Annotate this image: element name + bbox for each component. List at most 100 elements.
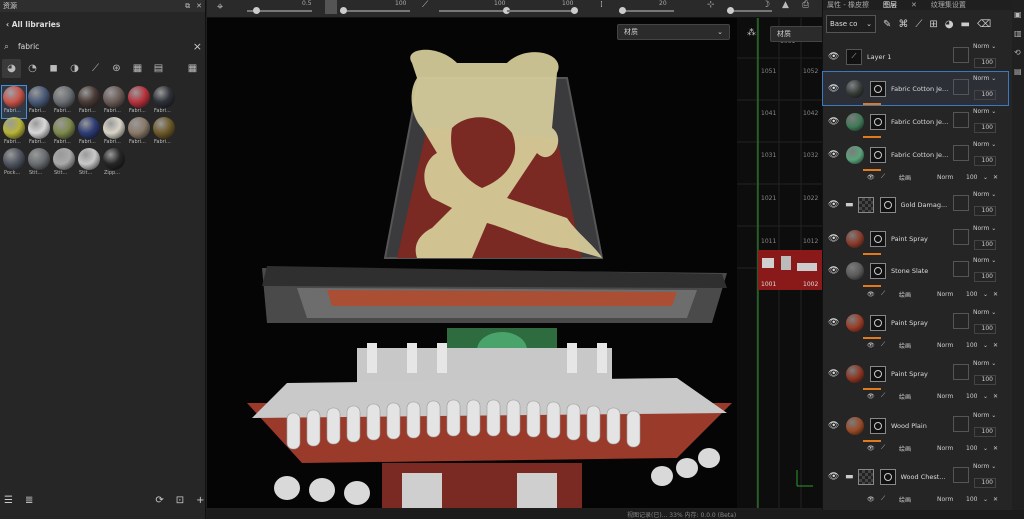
opacity-field[interactable]: 100 [974,58,996,68]
texture-filter-icon[interactable]: ▦ [128,59,147,78]
layer-mask-slot[interactable] [953,195,969,211]
log-icon[interactable]: ▤ [1014,67,1024,76]
close-icon[interactable]: ✕ [993,342,998,349]
layer-row[interactable]: 👁 Fabric Cotton Je... Norm ⌄ 100 [823,105,1008,138]
opacity-field[interactable]: 100 [974,272,996,282]
blend-mode[interactable]: Norm ⌄ [973,463,996,470]
opacity-field[interactable]: 100 [974,478,996,488]
visibility-eye-icon[interactable]: 👁 [867,496,875,503]
opacity-field[interactable]: 100 [974,123,996,133]
close-icon[interactable]: ✕ [993,393,998,400]
layer-row[interactable]: 👁 ▬ Wood Chest... Norm ⌄ 100 [823,460,1008,493]
tab-layers[interactable]: 图层 [879,0,901,10]
mirror-icon[interactable]: ▲ [782,0,789,10]
layer-row[interactable]: 👁 ⟋ Layer 1 Norm ⌄ 100 [823,40,1008,73]
blend-mode[interactable]: Norm ⌄ [973,108,996,115]
opacity-value[interactable]: 100 [966,291,977,298]
materials-filter-icon[interactable]: ◕ [2,58,21,78]
paint-effect-row[interactable]: 👁 ⟋ 绘画 Norm 100 ⌄ ✕ [823,170,1008,184]
tool-icon[interactable]: ⌖ [217,0,223,14]
material-thumbnail[interactable]: Fabri... [1,85,27,119]
blend-mode-label[interactable]: Norm [937,496,953,503]
opacity-field[interactable]: 100 [974,206,996,216]
layer-mask-slot[interactable] [953,112,969,128]
layer-row[interactable]: 👁 Paint Spray Norm ⌄ 100 [823,222,1008,255]
layer-row[interactable]: 👁 Paint Spray Norm ⌄ 100 [823,357,1008,390]
material-thumbnail[interactable]: Fabri... [152,117,176,149]
material-thumbnail[interactable]: Pock... [2,148,26,180]
blend-mode[interactable]: Norm ⌄ [973,141,996,148]
opacity-field[interactable]: 100 [974,375,996,385]
visibility-eye-icon[interactable]: 👁 [867,393,875,400]
blend-mode[interactable]: Norm ⌄ [973,225,996,232]
visibility-eye-icon[interactable]: 👁 [828,84,841,94]
opacity-field[interactable]: 100 [974,90,996,100]
opacity-field[interactable]: 100 [974,324,996,334]
visibility-eye-icon[interactable]: 👁 [828,234,841,244]
brush-filter-icon[interactable]: ⟋ [86,59,105,78]
uv-material-dropdown[interactable]: 材质 [770,26,826,42]
opacity-field[interactable]: 100 [974,156,996,166]
asset-search[interactable]: ⌕ × [4,38,202,55]
filter-tags-icon[interactable]: ☰ [4,495,13,506]
opacity-value[interactable]: 100 [966,445,977,452]
refresh-icon[interactable]: ⟳ [155,495,163,506]
material-thumbnail[interactable]: Fabri... [27,86,51,118]
delete-icon[interactable]: ⌫ [977,19,991,30]
add-effect-icon[interactable]: ✎ [883,19,891,30]
visibility-eye-icon[interactable]: 👁 [828,117,841,127]
opacity-field[interactable]: 100 [974,427,996,437]
visibility-eye-icon[interactable]: 👁 [828,150,841,160]
viewport-material-dropdown[interactable]: 材质 ⌄ [617,24,730,40]
visibility-eye-icon[interactable]: 👁 [828,200,841,210]
tab-properties[interactable]: 属性 - 橡皮擦 [823,0,873,10]
blend-mode[interactable]: Norm ⌄ [973,75,996,82]
layer-row[interactable]: 👁 Wood Plain Norm ⌄ 100 [823,409,1008,442]
display-icon[interactable]: ▥ [1014,29,1024,38]
mask-filter-icon[interactable]: ◼ [44,59,63,78]
material-thumbnail[interactable]: Fabri... [102,86,126,118]
visibility-eye-icon[interactable]: 👁 [828,472,841,482]
blend-mode[interactable]: Norm ⌄ [973,412,996,419]
visibility-eye-icon[interactable]: 👁 [828,52,841,62]
paint-effect-row[interactable]: 👁 ⟋ 绘画 Norm 100 ⌄ ✕ [823,287,1008,301]
blend-mode-label[interactable]: Norm [937,291,953,298]
visibility-eye-icon[interactable]: 👁 [867,342,875,349]
blend-mode[interactable]: Norm ⌄ [973,360,996,367]
blend-mode[interactable]: Norm ⌄ [973,309,996,316]
blend-mode-label[interactable]: Norm [937,445,953,452]
close-icon[interactable]: ✕ [993,445,998,452]
clear-search-icon[interactable]: × [193,40,202,53]
popout-icon[interactable]: ⧉ [185,2,190,10]
3d-viewport[interactable]: 遮罩 ⁂ [207,18,737,508]
visibility-eye-icon[interactable]: 👁 [828,318,841,328]
import-icon[interactable]: ⊡ [176,495,184,506]
material-thumbnail[interactable]: Stit... [52,148,76,180]
material-thumbnail[interactable]: Fabri... [127,117,151,149]
blend-mode-label[interactable]: Norm [937,342,953,349]
grid-view-icon[interactable]: ▦ [183,59,202,78]
material-thumbnail[interactable]: Zipp... [102,148,126,180]
material-thumbnail[interactable]: Fabri... [77,117,101,149]
material-thumbnail[interactable]: Fabri... [102,117,126,149]
list-options-icon[interactable]: ≣ [25,495,33,506]
layer-mask-slot[interactable] [953,229,969,245]
visibility-eye-icon[interactable]: 👁 [828,421,841,431]
close-icon[interactable]: ✕ [993,291,998,298]
history-icon[interactable]: ▣ [1014,10,1024,19]
add-fill-layer-icon[interactable]: ⊞ [929,19,937,30]
material-thumbnail[interactable]: Fabri... [152,86,176,118]
blend-mode[interactable]: Norm ⌄ [973,191,996,198]
paint-effect-row[interactable]: 👁 ⟋ 绘画 Norm 100 ⌄ ✕ [823,492,1008,506]
lazy-slider[interactable] [727,7,772,14]
opacity-value[interactable]: 100 [966,496,977,503]
add-mask-icon[interactable]: ⌘ [898,19,908,30]
shader-icon[interactable]: ⟲ [1014,48,1024,57]
layer-mask-slot[interactable] [953,416,969,432]
layer-mask-slot[interactable] [953,79,969,95]
environment-filter-icon[interactable]: ▤ [149,59,168,78]
layer-row[interactable]: 👁 Fabric Cotton Je... Norm ⌄ 100 [823,138,1008,171]
add-icon[interactable]: + [196,495,204,506]
material-thumbnail[interactable]: Fabri... [127,86,151,118]
opacity-field[interactable]: 100 [974,240,996,250]
